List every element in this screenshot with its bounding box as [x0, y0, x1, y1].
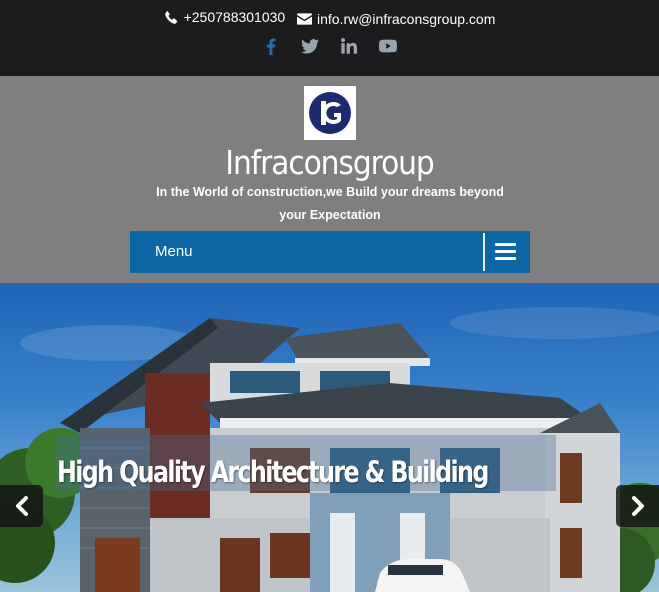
- email-address: info.rw@infraconsgroup.com: [316, 10, 496, 27]
- site-title[interactable]: Infraconsgroup: [33, 143, 626, 183]
- site-tagline: In the World of construction,we Build yo…: [156, 185, 504, 222]
- hamburger-icon[interactable]: [494, 241, 518, 263]
- menu-divider: [483, 233, 485, 271]
- phone-icon: [164, 10, 179, 25]
- envelope-icon: [296, 12, 312, 25]
- main-menu-bar[interactable]: Menu: [130, 231, 530, 273]
- slider-prev-button[interactable]: [0, 485, 43, 527]
- twitter-icon[interactable]: [301, 36, 319, 56]
- site-header: Infraconsgroup In the World of construct…: [0, 76, 659, 283]
- facebook-icon[interactable]: [262, 36, 280, 56]
- phone-contact[interactable]: +250788301030: [164, 8, 286, 26]
- youtube-icon[interactable]: [379, 36, 397, 56]
- slider-next-button[interactable]: [616, 485, 659, 527]
- chevron-left-icon: [15, 496, 28, 516]
- phone-number: +250788301030: [183, 9, 286, 25]
- linkedin-icon[interactable]: [340, 36, 358, 56]
- hero-slider: High Quality Architecture & Building: [0, 283, 659, 592]
- contact-info: +250788301030 info.rw@infraconsgroup.com: [0, 8, 659, 29]
- slide-caption: High Quality Architecture & Building: [57, 455, 489, 489]
- menu-label[interactable]: Menu: [155, 231, 193, 273]
- chevron-right-icon: [631, 496, 644, 516]
- site-logo[interactable]: [304, 86, 356, 140]
- logo-mark: [309, 92, 351, 134]
- social-links: [0, 36, 659, 56]
- top-bar: +250788301030 info.rw@infraconsgroup.com: [0, 0, 659, 76]
- email-contact[interactable]: info.rw@infraconsgroup.com: [296, 10, 496, 28]
